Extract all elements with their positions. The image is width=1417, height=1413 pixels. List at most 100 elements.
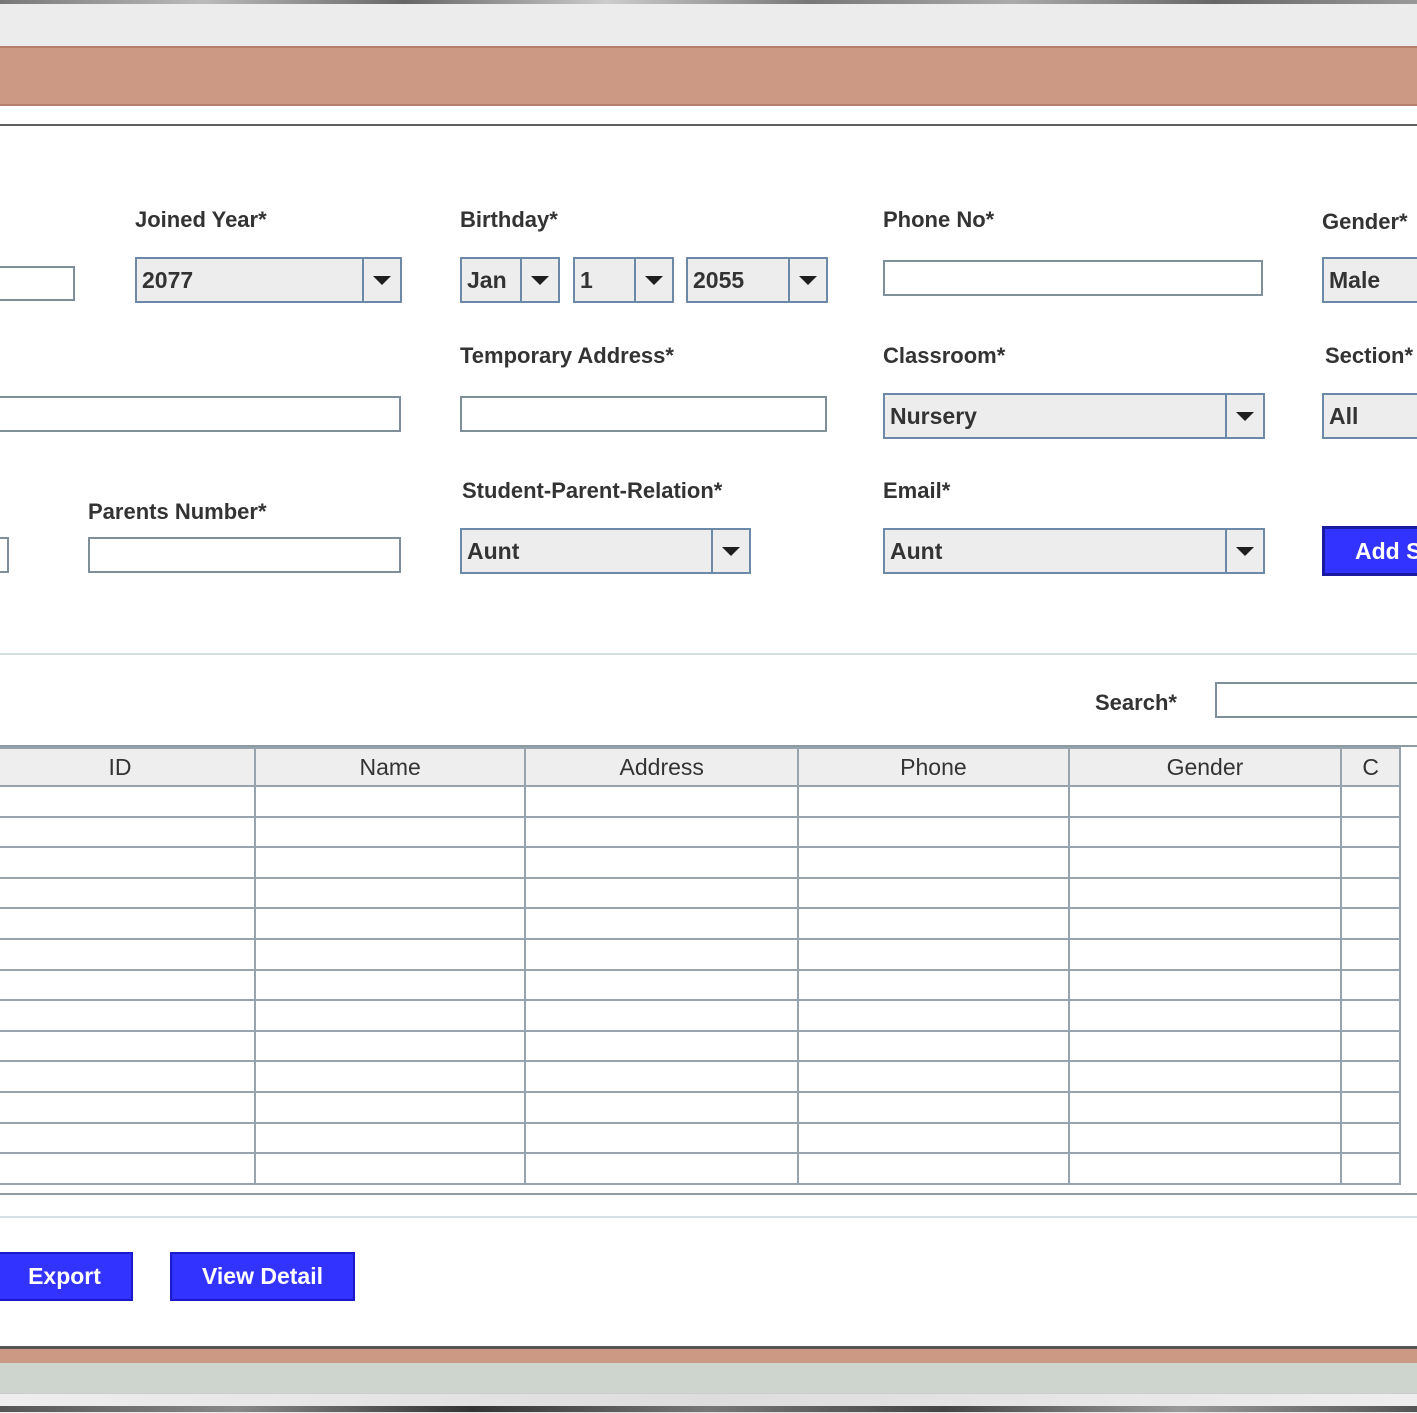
table-row[interactable] (0, 846, 1401, 879)
parents-number-input[interactable] (88, 537, 401, 573)
export-button[interactable]: Export (0, 1252, 133, 1301)
table-cell[interactable] (524, 968, 800, 1002)
chevron-down-icon[interactable] (634, 259, 672, 301)
table-cell[interactable] (0, 846, 257, 879)
table-row[interactable] (0, 1029, 1401, 1063)
table-cell[interactable] (524, 1090, 800, 1124)
phone-input[interactable] (883, 260, 1263, 296)
table-row[interactable] (0, 907, 1401, 940)
table-cell[interactable] (1340, 846, 1401, 879)
table-cell[interactable] (797, 999, 1070, 1032)
section-select[interactable]: All (1322, 393, 1417, 439)
table-row[interactable] (0, 968, 1401, 1002)
table-cell[interactable] (1340, 876, 1401, 910)
birthday-month-select[interactable]: Jan (460, 257, 560, 303)
table-row[interactable] (0, 815, 1401, 849)
table-cell[interactable] (797, 1029, 1070, 1063)
table-cell[interactable] (254, 815, 527, 849)
table-cell[interactable] (254, 1090, 527, 1124)
table-cell[interactable] (254, 907, 527, 940)
chevron-down-icon[interactable] (788, 259, 826, 301)
joined-year-select[interactable]: 2077 (135, 257, 402, 303)
table-cell[interactable] (1340, 937, 1401, 971)
column-header-class[interactable]: C (1340, 747, 1401, 787)
table-cell[interactable] (254, 1152, 527, 1185)
table-cell[interactable] (797, 1121, 1070, 1155)
table-cell[interactable] (1340, 1121, 1401, 1155)
relation-select[interactable]: Aunt (460, 528, 751, 574)
chevron-down-icon[interactable] (520, 259, 558, 301)
table-cell[interactable] (524, 937, 800, 971)
chevron-down-icon[interactable] (1225, 395, 1263, 437)
birthday-day-select[interactable]: 1 (573, 257, 674, 303)
table-row[interactable] (0, 785, 1401, 818)
students-table[interactable]: ID Name Address Phone Gender C (0, 745, 1417, 1195)
table-cell[interactable] (1067, 937, 1343, 971)
table-cell[interactable] (1067, 785, 1343, 818)
email-select[interactable]: Aunt (883, 528, 1265, 574)
table-cell[interactable] (1067, 1121, 1343, 1155)
chevron-down-icon[interactable] (1225, 530, 1263, 572)
chevron-down-icon[interactable] (711, 530, 749, 572)
table-cell[interactable] (254, 846, 527, 879)
column-header-name[interactable]: Name (254, 747, 527, 787)
table-cell[interactable] (1067, 1060, 1343, 1093)
table-cell[interactable] (1067, 1090, 1343, 1124)
view-detail-button[interactable]: View Detail (170, 1252, 355, 1301)
table-cell[interactable] (524, 846, 800, 879)
table-cell[interactable] (524, 1152, 800, 1185)
chevron-down-icon[interactable] (362, 259, 400, 301)
table-cell[interactable] (1067, 999, 1343, 1032)
table-cell[interactable] (0, 968, 257, 1002)
table-cell[interactable] (254, 785, 527, 818)
table-cell[interactable] (524, 1060, 800, 1093)
table-cell[interactable] (254, 968, 527, 1002)
temporary-address-input[interactable] (460, 396, 827, 432)
table-cell[interactable] (0, 1090, 257, 1124)
table-cell[interactable] (0, 937, 257, 971)
table-cell[interactable] (1340, 907, 1401, 940)
table-row[interactable] (0, 876, 1401, 910)
table-cell[interactable] (1067, 907, 1343, 940)
column-header-id[interactable]: ID (0, 747, 257, 787)
table-row[interactable] (0, 1090, 1401, 1124)
table-cell[interactable] (1067, 968, 1343, 1002)
table-cell[interactable] (524, 1029, 800, 1063)
table-cell[interactable] (797, 846, 1070, 879)
add-student-button[interactable]: Add S (1322, 526, 1417, 576)
table-cell[interactable] (1340, 1029, 1401, 1063)
table-cell[interactable] (1340, 999, 1401, 1032)
table-cell[interactable] (0, 999, 257, 1032)
table-cell[interactable] (0, 876, 257, 910)
column-header-address[interactable]: Address (524, 747, 800, 787)
table-cell[interactable] (1340, 968, 1401, 1002)
table-cell[interactable] (254, 1029, 527, 1063)
table-cell[interactable] (797, 1152, 1070, 1185)
table-row[interactable] (0, 1121, 1401, 1155)
partial-field[interactable] (0, 537, 9, 573)
table-cell[interactable] (254, 1121, 527, 1155)
table-cell[interactable] (1067, 1029, 1343, 1063)
table-row[interactable] (0, 999, 1401, 1032)
table-cell[interactable] (797, 785, 1070, 818)
table-cell[interactable] (254, 876, 527, 910)
table-cell[interactable] (1067, 815, 1343, 849)
table-cell[interactable] (254, 1060, 527, 1093)
table-row[interactable] (0, 1060, 1401, 1093)
table-cell[interactable] (524, 785, 800, 818)
name-field[interactable] (0, 266, 75, 301)
table-cell[interactable] (524, 815, 800, 849)
table-cell[interactable] (0, 815, 257, 849)
search-input[interactable] (1215, 682, 1417, 718)
birthday-year-select[interactable]: 2055 (686, 257, 828, 303)
table-cell[interactable] (524, 876, 800, 910)
table-cell[interactable] (1340, 1152, 1401, 1185)
column-header-gender[interactable]: Gender (1067, 747, 1343, 787)
table-cell[interactable] (0, 1029, 257, 1063)
table-cell[interactable] (797, 815, 1070, 849)
table-cell[interactable] (524, 1121, 800, 1155)
table-cell[interactable] (524, 907, 800, 940)
classroom-select[interactable]: Nursery (883, 393, 1265, 439)
table-cell[interactable] (797, 968, 1070, 1002)
gender-select[interactable]: Male (1322, 257, 1417, 303)
